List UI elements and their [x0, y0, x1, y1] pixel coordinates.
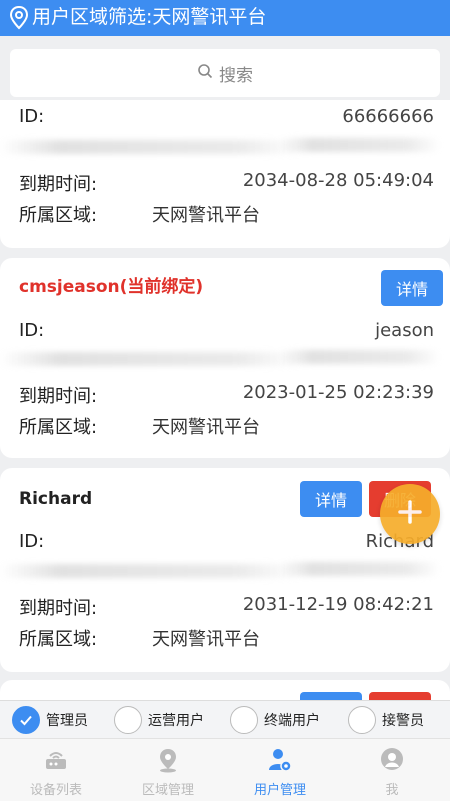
top-bar: 用户区域筛选:天网警讯平台 — [0, 0, 450, 36]
user-card[interactable]: ID: 66666666 到期时间: 2034-08-28 05:49:04 所… — [0, 100, 450, 248]
detail-button[interactable]: 详情 — [300, 481, 362, 517]
user-card[interactable]: cmsjeason(当前绑定) 详情 ID: jeason 到期时间: 2023… — [0, 258, 450, 458]
expire-label: 到期时间: — [19, 386, 98, 407]
user-card[interactable]: Richard 详情 删除 ID: Richard 到期时间: 2031-12-… — [0, 468, 450, 672]
expire-value: 2023-01-25 02:23:39 — [242, 382, 434, 403]
expire-value: 2034-08-28 05:49:04 — [242, 170, 434, 191]
router-icon — [44, 747, 68, 773]
region-filter-title[interactable]: 用户区域筛选:天网警讯平台 — [32, 5, 266, 29]
radio-icon[interactable] — [230, 706, 258, 734]
id-label: ID: — [19, 320, 45, 341]
user-list[interactable]: ID: 66666666 到期时间: 2034-08-28 05:49:04 所… — [0, 100, 450, 700]
detail-button[interactable] — [300, 692, 362, 700]
delete-button[interactable] — [369, 692, 431, 700]
user-card[interactable] — [0, 680, 450, 700]
search-bar[interactable]: 搜索 — [10, 49, 440, 97]
detail-button[interactable]: 详情 — [381, 270, 443, 306]
id-value: jeason — [375, 320, 434, 341]
person-icon — [380, 747, 404, 773]
bottom-tab-bar: 设备列表 区域管理 用户管理 我 — [0, 738, 450, 801]
role-label: 终端用户 — [264, 713, 320, 729]
tab-me[interactable]: 我 — [336, 739, 448, 801]
tab-region-manage[interactable]: 区域管理 — [112, 739, 224, 801]
role-label: 运营用户 — [148, 713, 204, 729]
masked-row — [0, 140, 300, 154]
id-label: ID: — [19, 531, 45, 552]
tab-label: 区域管理 — [141, 783, 194, 798]
user-manage-icon — [268, 747, 292, 773]
role-option-dispatcher[interactable]: 接警员 — [348, 705, 424, 735]
role-option-operator[interactable]: 运营用户 — [114, 705, 204, 735]
region-value: 天网警讯平台 — [152, 417, 260, 438]
role-option-terminal[interactable]: 终端用户 — [230, 705, 320, 735]
masked-value — [280, 350, 440, 364]
role-label: 管理员 — [46, 713, 88, 729]
region-label: 所属区域: — [19, 629, 98, 650]
expire-label: 到期时间: — [19, 598, 98, 619]
user-name: Richard — [19, 489, 93, 509]
tab-label: 我 — [385, 783, 399, 798]
tab-device-list[interactable]: 设备列表 — [0, 739, 112, 801]
masked-value — [280, 138, 440, 152]
tab-label: 设备列表 — [29, 783, 82, 798]
id-label: ID: — [19, 106, 45, 127]
role-option-admin[interactable]: 管理员 — [12, 705, 88, 735]
tab-label: 用户管理 — [253, 783, 306, 798]
region-value: 天网警讯平台 — [152, 205, 260, 226]
role-filter-bar: 管理员 运营用户 终端用户 接警员 — [0, 700, 450, 738]
radio-checked-icon[interactable] — [12, 706, 40, 734]
region-label: 所属区域: — [19, 205, 98, 226]
plus-icon — [397, 499, 423, 529]
search-icon — [197, 63, 219, 84]
user-name: cmsjeason(当前绑定) — [19, 277, 204, 297]
expire-label: 到期时间: — [19, 174, 98, 195]
map-pin-icon — [8, 5, 30, 31]
map-pin-icon — [156, 747, 180, 773]
search-input[interactable]: 搜索 — [10, 49, 440, 97]
expire-value: 2031-12-19 08:42:21 — [242, 594, 434, 615]
masked-row — [0, 352, 300, 366]
radio-icon[interactable] — [114, 706, 142, 734]
add-user-button[interactable] — [380, 484, 440, 544]
role-label: 接警员 — [382, 713, 424, 729]
masked-value — [280, 562, 440, 576]
masked-row — [0, 564, 300, 578]
radio-icon[interactable] — [348, 706, 376, 734]
tab-user-manage[interactable]: 用户管理 — [224, 739, 336, 801]
region-value: 天网警讯平台 — [152, 629, 260, 650]
search-placeholder: 搜索 — [219, 65, 253, 86]
region-label: 所属区域: — [19, 417, 98, 438]
id-value: 66666666 — [342, 106, 434, 127]
